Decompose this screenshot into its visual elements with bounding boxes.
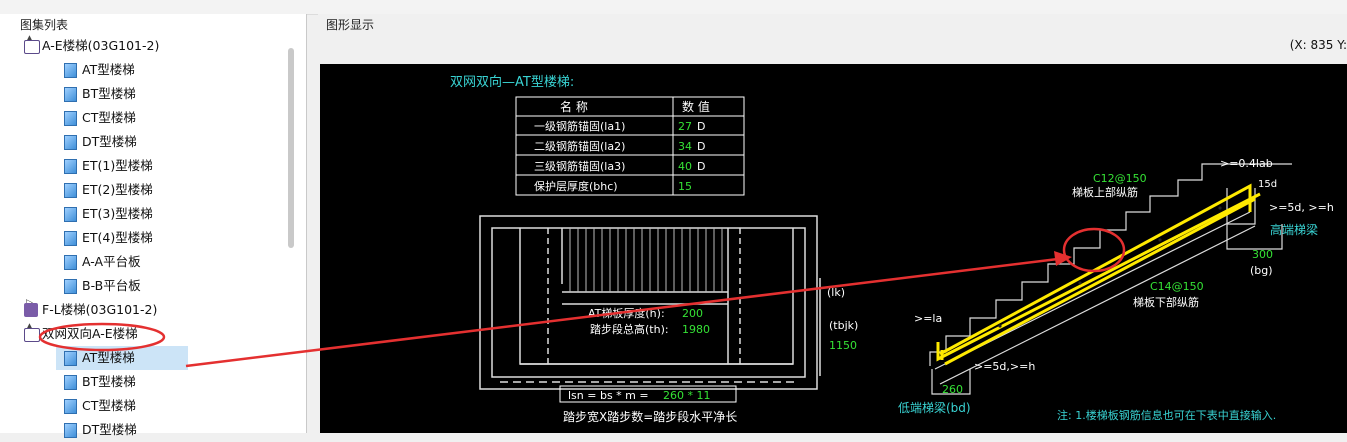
tree-highlight-ellipse [38,322,166,352]
annotation-arrow-head [1054,251,1072,266]
annotation-overlay [38,251,1072,368]
annotation-arrow-line [185,256,1067,368]
